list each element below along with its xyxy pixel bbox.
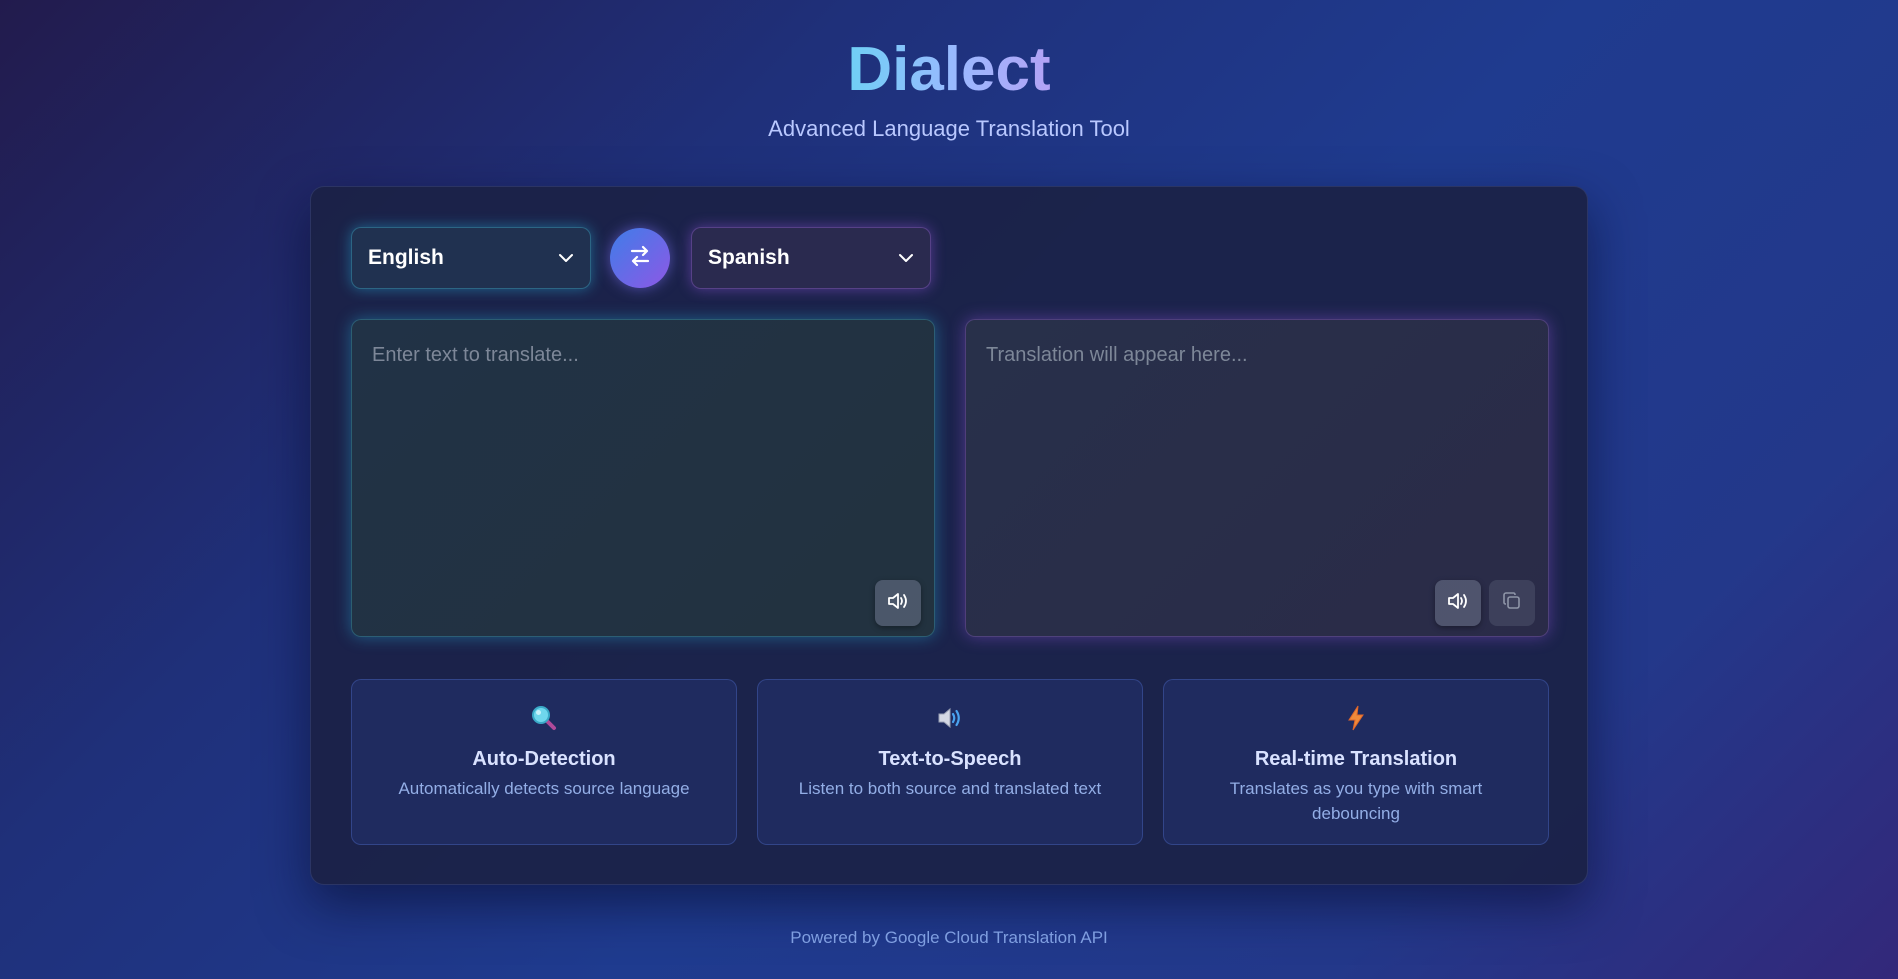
translation-output: Translation will appear here... [986,342,1528,542]
feature-description: Translates as you type with smart deboun… [1229,779,1483,823]
target-language-label: Spanish [708,246,790,269]
footer-credit: Powered by Google Cloud Translation API [790,928,1108,947]
translator-card: English Spanish Enter text to translate.… [310,186,1588,885]
copy-icon [1502,591,1522,616]
source-language-select[interactable]: English [351,227,591,289]
feature-description: Listen to both source and translated tex… [798,779,1102,798]
copy-translation-button[interactable] [1489,580,1535,626]
target-text-panel: Translation will appear here... [965,319,1549,637]
chevron-down-icon [898,253,914,263]
feature-title: Text-to-Speech [878,748,1022,770]
feature-card-text-to-speech: Text-to-Speech Listen to both source and… [757,679,1143,845]
source-text-input[interactable] [372,342,914,542]
lightning-icon [1164,704,1548,734]
translation-placeholder: Translation will appear here... [986,344,1248,366]
feature-title: Real-time Translation [1254,748,1458,770]
source-language-label: English [368,246,444,269]
chevron-down-icon [558,253,574,263]
app-subtitle: Advanced Language Translation Tool [768,116,1130,141]
swap-languages-button[interactable] [610,228,670,288]
swap-arrows-icon [627,243,653,274]
speaker-icon [758,704,1142,734]
feature-card-real-time-translation: Real-time Translation Translates as you … [1163,679,1549,845]
magnifier-icon [352,704,736,734]
feature-title: Auto-Detection [472,748,616,770]
target-speak-button[interactable] [1435,580,1481,626]
speaker-icon [1447,591,1469,616]
speaker-icon [887,591,909,616]
source-speak-button[interactable] [875,580,921,626]
source-text-panel [351,319,935,637]
feature-description: Automatically detects source language [398,779,690,798]
app-title: Dialect [847,35,1051,104]
target-language-select[interactable]: Spanish [691,227,931,289]
app-header: Dialect Advanced Language Translation To… [0,34,1898,142]
feature-card-auto-detection: Auto-Detection Automatically detects sou… [351,679,737,845]
